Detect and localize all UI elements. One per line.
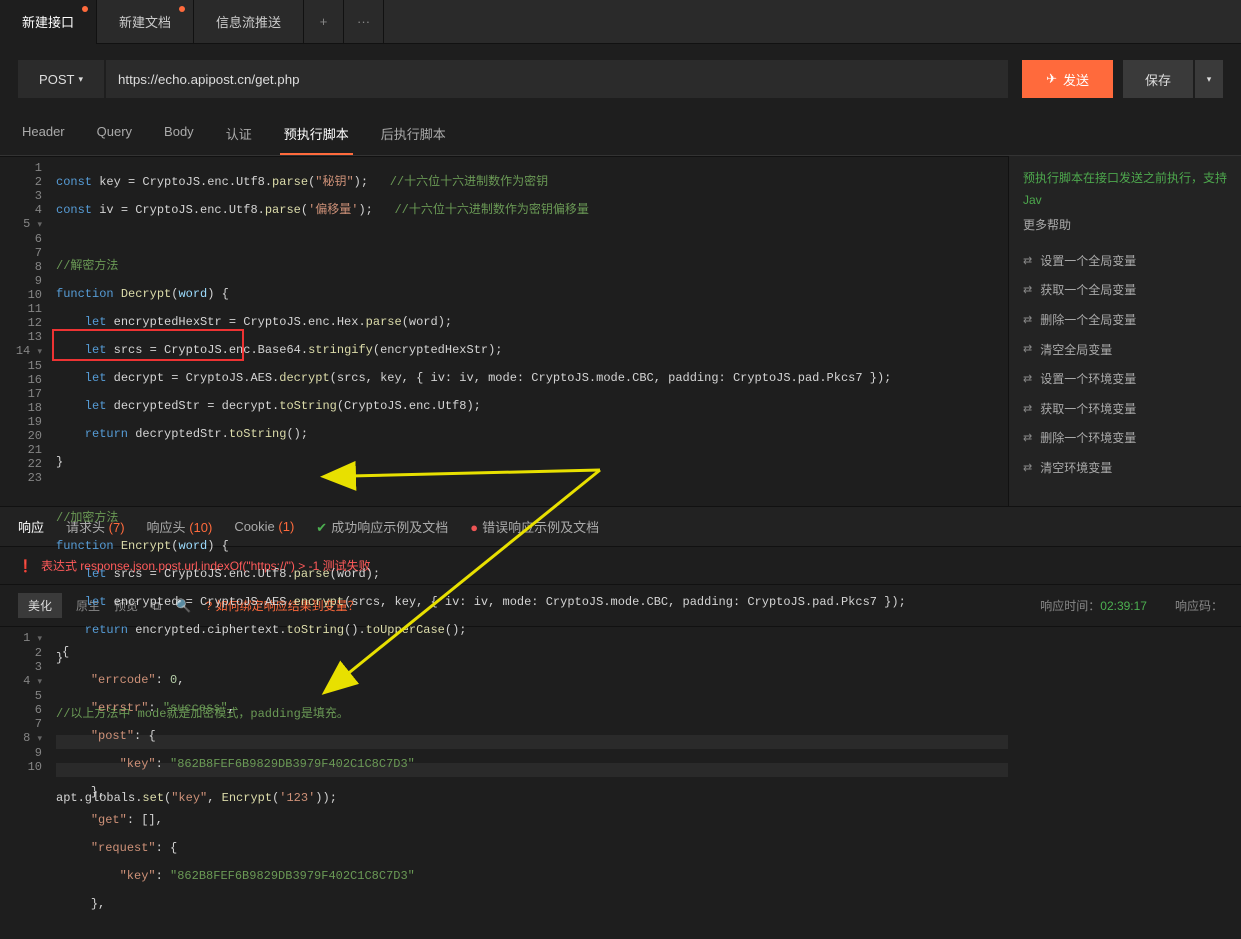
transfer-icon: ⇄ [1023,311,1032,331]
url-input[interactable] [106,60,1008,98]
tab-feed-push[interactable]: 信息流推送 [194,0,304,44]
response-body-viewer[interactable]: 1 ▾234 ▾5678 ▾910 { "errcode": 0, "errst… [0,627,1241,787]
save-label: 保存 [1145,70,1171,89]
help-subtitle[interactable]: 更多帮助 [1023,215,1227,237]
help-sidebar: 预执行脚本在接口发送之前执行，支持Jav 更多帮助 ⇄设置一个全局变量 ⇄获取一… [1009,156,1241,506]
transfer-icon: ⇄ [1023,370,1032,390]
transfer-icon: ⇄ [1023,252,1032,272]
caret-down-icon: ▾ [78,74,83,85]
snippet-set-global[interactable]: ⇄设置一个全局变量 [1023,247,1227,277]
transfer-icon: ⇄ [1023,459,1032,479]
tab-post-script[interactable]: 后执行脚本 [377,114,450,155]
pre-script-editor[interactable]: 12345 ▾67891011121314 ▾15161718192021222… [0,156,1009,506]
snippet-del-global[interactable]: ⇄删除一个全局变量 [1023,306,1227,336]
code-body[interactable]: const key = CryptoJS.enc.Utf8.parse("秘钥"… [52,157,1008,506]
snippet-del-env[interactable]: ⇄删除一个环境变量 [1023,424,1227,454]
tab-query[interactable]: Query [93,114,136,155]
caret-down-icon: ▾ [1207,74,1212,85]
transfer-icon: ⇄ [1023,400,1032,420]
tab-new-doc[interactable]: 新建文档 [97,0,194,44]
tab-response[interactable]: 响应 [18,517,44,536]
resp-code-body: { "errcode": 0, "errstr": "success", "po… [52,627,1241,787]
tab-header[interactable]: Header [18,114,69,155]
send-label: 发送 [1063,70,1089,89]
save-dropdown-button[interactable]: ▾ [1195,60,1223,98]
tab-auth[interactable]: 认证 [222,114,256,155]
snippet-get-env[interactable]: ⇄获取一个环境变量 [1023,395,1227,425]
modified-dot-icon [179,6,185,12]
save-button[interactable]: 保存 [1123,60,1193,98]
transfer-icon: ⇄ [1023,340,1032,360]
method-value: POST [39,72,74,87]
top-tab-bar: 新建接口 新建文档 信息流推送 + ··· [0,0,1241,44]
response-time: 响应时间：02:39:17 [1040,597,1147,614]
add-tab-button[interactable]: + [304,0,344,44]
tab-new-api[interactable]: 新建接口 [0,0,97,44]
main-split: 12345 ▾67891011121314 ▾15161718192021222… [0,156,1241,506]
tab-label: 信息流推送 [216,12,281,31]
line-gutter: 12345 ▾67891011121314 ▾15161718192021222… [0,157,52,506]
help-title: 预执行脚本在接口发送之前执行，支持Jav [1023,168,1227,211]
response-code: 响应码： [1175,597,1223,614]
ellipsis-icon: ··· [357,14,370,29]
send-button[interactable]: ✈ 发送 [1022,60,1113,98]
request-row: POST ▾ ✈ 发送 保存 ▾ [0,44,1241,114]
transfer-icon: ⇄ [1023,281,1032,301]
snippet-clear-env[interactable]: ⇄清空环境变量 [1023,454,1227,484]
plus-icon: + [320,14,328,29]
request-section-tabs: Header Query Body 认证 预执行脚本 后执行脚本 [0,114,1241,156]
tab-label: 新建文档 [119,12,171,31]
method-select[interactable]: POST ▾ [18,60,104,98]
modified-dot-icon [82,6,88,12]
snippet-clear-global[interactable]: ⇄清空全局变量 [1023,336,1227,366]
snippet-get-global[interactable]: ⇄获取一个全局变量 [1023,276,1227,306]
snippet-set-env[interactable]: ⇄设置一个环境变量 [1023,365,1227,395]
error-icon: ❗ [18,559,33,573]
tab-pre-script[interactable]: 预执行脚本 [280,114,353,155]
tab-label: 新建接口 [22,12,74,31]
resp-gutter: 1 ▾234 ▾5678 ▾910 [0,627,52,787]
tab-overflow-button[interactable]: ··· [344,0,384,44]
tab-body[interactable]: Body [160,114,198,155]
send-icon: ✈ [1046,71,1057,87]
transfer-icon: ⇄ [1023,429,1032,449]
